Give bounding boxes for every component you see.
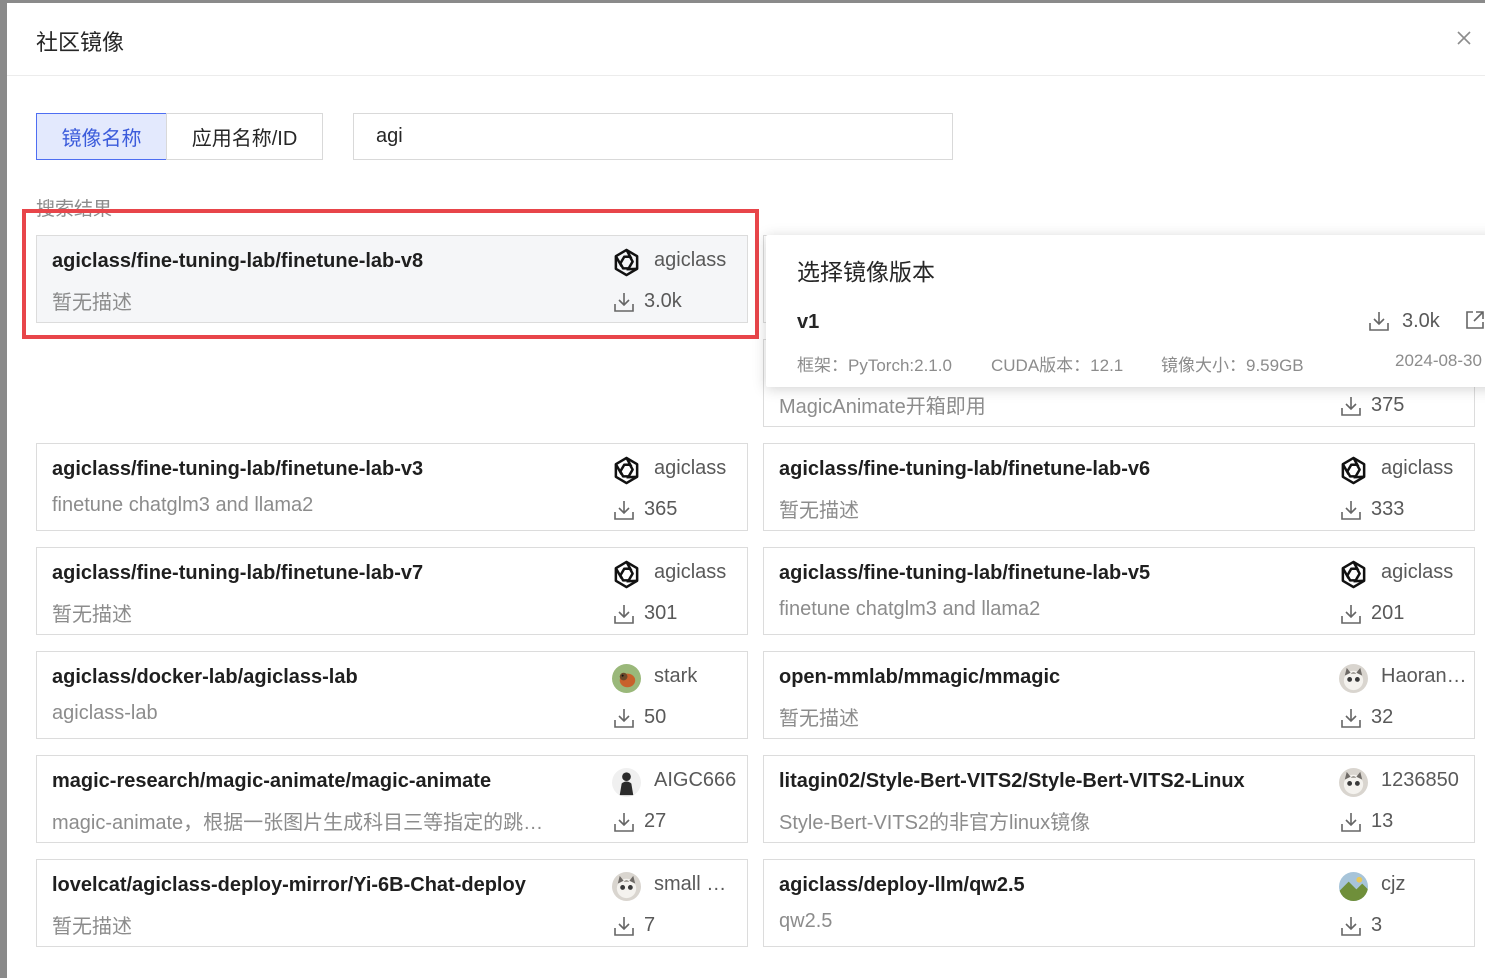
- image-card[interactable]: lovelcat/agiclass-deploy-mirror/Yi-6B-Ch…: [36, 859, 748, 947]
- image-description: 暂无描述: [52, 916, 132, 938]
- modal-header: 社区镜像: [7, 3, 1485, 76]
- image-name[interactable]: litagin02/Style-Bert-VITS2/Style-Bert-VI…: [779, 770, 1245, 793]
- download-icon: [1369, 312, 1389, 331]
- download-count: 3: [1371, 914, 1383, 936]
- owner-name[interactable]: agiclass: [654, 249, 726, 272]
- download-count: 333: [1371, 498, 1405, 520]
- person-avatar[interactable]: [612, 768, 641, 797]
- image-description: qw2.5: [779, 910, 833, 932]
- image-description: MagicAnimate开箱即用: [779, 396, 986, 418]
- image-description: 暂无描述: [52, 292, 132, 314]
- owner-name[interactable]: stark: [654, 665, 697, 688]
- owner-name[interactable]: agiclass: [654, 457, 726, 480]
- download-icon: [614, 501, 634, 520]
- backdrop-left: [0, 0, 7, 978]
- owner-name[interactable]: 1236850: [1381, 769, 1459, 792]
- download-icon: [1341, 397, 1361, 416]
- image-description: magic-animate，根据一张图片生成科目三等指定的跳…: [52, 812, 544, 834]
- modal-title: 社区镜像: [36, 30, 125, 55]
- image-name[interactable]: agiclass/fine-tuning-lab/finetune-lab-v5: [779, 562, 1150, 585]
- download-icon: [1341, 501, 1361, 520]
- download-count: 13: [1371, 810, 1394, 832]
- owner-name[interactable]: agiclass: [1381, 561, 1453, 584]
- landscape-avatar[interactable]: [1339, 872, 1368, 901]
- version-cuda: CUDA版本：12.1: [991, 356, 1124, 375]
- image-name[interactable]: agiclass/docker-lab/agiclass-lab: [52, 666, 358, 689]
- image-name[interactable]: agiclass/deploy-llm/qw2.5: [779, 874, 1025, 897]
- bird-avatar[interactable]: [612, 664, 641, 693]
- download-icon: [614, 917, 634, 936]
- image-name[interactable]: agiclass/fine-tuning-lab/finetune-lab-v7: [52, 562, 423, 585]
- image-description: 暂无描述: [779, 708, 859, 730]
- download-count: 27: [644, 810, 667, 832]
- download-count: 50: [644, 706, 667, 728]
- download-icon: [614, 813, 634, 832]
- download-count: 32: [1371, 706, 1394, 728]
- agiclass-logo-icon: [1341, 456, 1366, 485]
- download-count: 301: [644, 602, 678, 624]
- owner-name[interactable]: cjz: [1381, 873, 1405, 896]
- image-description: 暂无描述: [52, 604, 132, 626]
- agiclass-logo-icon: [614, 248, 639, 277]
- download-count: 201: [1371, 602, 1405, 624]
- image-name[interactable]: open-mmlab/mmagic/mmagic: [779, 666, 1060, 689]
- download-icon: [1341, 709, 1361, 728]
- download-icon: [1341, 917, 1361, 936]
- download-count: 7: [644, 914, 656, 936]
- image-description: finetune chatglm3 and llama2: [52, 494, 314, 516]
- close-icon[interactable]: [1453, 27, 1475, 49]
- owner-name[interactable]: agiclass: [1381, 457, 1453, 480]
- download-icon: [614, 709, 634, 728]
- image-card[interactable]: agiclass/docker-lab/agiclass-lab agiclass…: [36, 651, 748, 739]
- version-date: 2024-08-30: [1395, 351, 1482, 370]
- community-image-modal: 社区镜像 镜像名称 应用名称/ID 搜索结果 agiclass/fine-tun…: [7, 3, 1485, 978]
- owner-name[interactable]: small …: [654, 873, 726, 896]
- image-name[interactable]: lovelcat/agiclass-deploy-mirror/Yi-6B-Ch…: [52, 874, 526, 897]
- owner-name[interactable]: AIGC666: [654, 769, 736, 792]
- image-card[interactable]: open-mmlab/mmagic/mmagic 暂无描述 Haoran… 32: [763, 651, 1475, 739]
- download-count: 365: [644, 498, 678, 520]
- cat-avatar[interactable]: [1339, 664, 1368, 693]
- external-link-icon[interactable]: [1464, 309, 1485, 331]
- download-count: 3.0k: [644, 290, 682, 312]
- tab-image-name[interactable]: 镜像名称: [36, 113, 167, 160]
- image-card[interactable]: agiclass/fine-tuning-lab/finetune-lab-v7…: [36, 547, 748, 635]
- download-icon: [1341, 813, 1361, 832]
- cat-avatar[interactable]: [612, 872, 641, 901]
- agiclass-logo-icon: [614, 456, 639, 485]
- version-download-count: 3.0k: [1402, 310, 1440, 332]
- version-label[interactable]: v1: [797, 311, 819, 334]
- image-description: agiclass-lab: [52, 702, 158, 724]
- image-card[interactable]: litagin02/Style-Bert-VITS2/Style-Bert-VI…: [763, 755, 1475, 843]
- owner-name[interactable]: Haoran…: [1381, 665, 1467, 688]
- image-card[interactable]: agiclass/fine-tuning-lab/finetune-lab-v8…: [36, 235, 748, 323]
- image-description: 暂无描述: [779, 500, 859, 522]
- download-icon: [614, 605, 634, 624]
- download-count: 375: [1371, 394, 1405, 416]
- image-card[interactable]: magic-research/magic-animate/magic-anima…: [36, 755, 748, 843]
- results-label: 搜索结果: [36, 199, 113, 220]
- search-input[interactable]: [353, 113, 953, 160]
- image-card[interactable]: agiclass/fine-tuning-lab/finetune-lab-v3…: [36, 443, 748, 531]
- image-card[interactable]: agiclass/fine-tuning-lab/finetune-lab-v5…: [763, 547, 1475, 635]
- image-description: finetune chatglm3 and llama2: [779, 598, 1041, 620]
- image-name[interactable]: magic-research/magic-animate/magic-anima…: [52, 770, 491, 793]
- cat-avatar[interactable]: [1339, 768, 1368, 797]
- image-name[interactable]: agiclass/fine-tuning-lab/finetune-lab-v8: [52, 250, 423, 273]
- version-popover: 选择镜像版本 v1 3.0k 框架：PyTorch:2.1.0 CUDA版本：1…: [766, 235, 1485, 387]
- image-description: Style-Bert-VITS2的非官方linux镜像: [779, 812, 1091, 834]
- image-name[interactable]: agiclass/fine-tuning-lab/finetune-lab-v3: [52, 458, 423, 481]
- tab-app-name-id[interactable]: 应用名称/ID: [166, 113, 323, 160]
- agiclass-logo-icon: [1341, 560, 1366, 589]
- image-card[interactable]: agiclass/deploy-llm/qw2.5 qw2.5 cjz 3: [763, 859, 1475, 947]
- download-icon: [614, 293, 634, 312]
- version-framework: 框架：PyTorch:2.1.0: [797, 356, 952, 375]
- download-icon: [1341, 605, 1361, 624]
- popover-title: 选择镜像版本: [797, 259, 935, 285]
- image-card[interactable]: agiclass/fine-tuning-lab/finetune-lab-v6…: [763, 443, 1475, 531]
- agiclass-logo-icon: [614, 560, 639, 589]
- image-name[interactable]: agiclass/fine-tuning-lab/finetune-lab-v6: [779, 458, 1150, 481]
- version-size: 镜像大小：9.59GB: [1161, 356, 1304, 375]
- owner-name[interactable]: agiclass: [654, 561, 726, 584]
